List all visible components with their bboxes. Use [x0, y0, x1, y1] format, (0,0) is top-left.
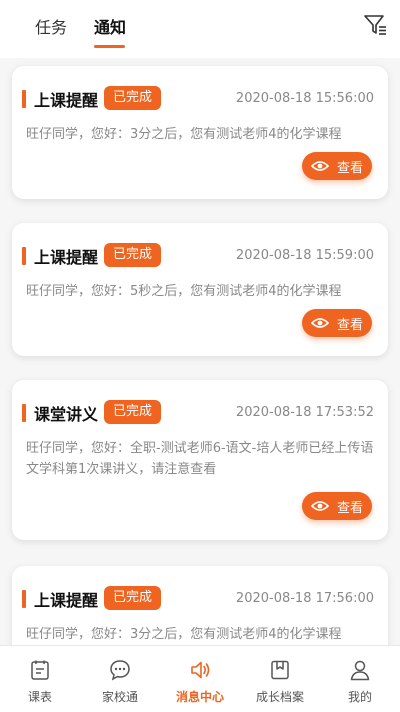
nav-item-schedule[interactable]: 课表 [0, 646, 80, 712]
notification-title: 上课提醒 [34, 248, 99, 267]
archive-icon [271, 660, 289, 680]
nav-label: 课表 [27, 690, 52, 704]
view-button[interactable]: 查看 [302, 152, 372, 180]
user-icon [350, 660, 370, 681]
nav-item-profile[interactable]: 我的 [320, 646, 400, 712]
view-button[interactable]: 查看 [302, 492, 372, 520]
chat-icon [110, 660, 130, 681]
eye-icon [310, 501, 329, 511]
view-button[interactable]: 查看 [302, 309, 372, 337]
notification-title: 上课提醒 [34, 591, 99, 610]
view-button-label: 查看 [336, 317, 363, 333]
notification-card: 上课提醒 已完成 2020-08-18 15:59:00 旺仔同学，您好：5秒之… [12, 223, 388, 356]
nav-label: 成长档案 [255, 690, 304, 704]
tab-notifications[interactable]: 通知 [94, 14, 126, 38]
bottom-nav: 课表 家校通 消息中心 成长档案 我的 [0, 645, 400, 712]
status-badge: 已完成 [104, 86, 162, 110]
notification-time: 2020-08-18 15:59:00 [235, 248, 374, 263]
notification-time: 2020-08-18 15:56:00 [235, 91, 374, 106]
notification-list[interactable]: 上课提醒 已完成 2020-08-18 15:56:00 旺仔同学，您好：3分之… [0, 58, 400, 645]
title-accent-bar [22, 590, 26, 608]
status-badge: 已完成 [104, 586, 162, 610]
top-tab-bar: 任务 通知 [0, 0, 400, 58]
title-accent-bar [22, 404, 26, 422]
status-badge: 已完成 [104, 400, 162, 424]
notification-time: 2020-08-18 17:56:00 [235, 591, 374, 606]
notification-message: 旺仔同学，您好：全职-测试老师6-语文-培人老师已经上传语文学科第1次课讲义，请… [26, 441, 374, 477]
eye-icon [310, 318, 329, 328]
title-accent-bar [22, 90, 26, 108]
tab-tasks[interactable]: 任务 [35, 14, 67, 38]
notification-card: 上课提醒 已完成 2020-08-18 17:56:00 旺仔同学，您好：3分之… [12, 566, 388, 645]
nav-label: 消息中心 [175, 690, 224, 704]
eye-icon [310, 161, 329, 171]
filter-icon[interactable] [362, 12, 388, 38]
notification-message: 旺仔同学，您好：3分之后，您有测试老师4的化学课程 [26, 627, 342, 642]
notification-title: 课堂讲义 [34, 405, 99, 424]
nav-item-home-school[interactable]: 家校通 [80, 646, 160, 712]
status-badge: 已完成 [104, 243, 162, 267]
calendar-icon [31, 660, 49, 680]
title-accent-bar [22, 247, 26, 265]
nav-label: 家校通 [101, 690, 138, 704]
nav-label: 我的 [347, 690, 372, 704]
notification-message: 旺仔同学，您好：3分之后，您有测试老师4的化学课程 [26, 127, 342, 142]
notification-time: 2020-08-18 17:53:52 [235, 405, 374, 420]
nav-item-growth-archive[interactable]: 成长档案 [240, 646, 320, 712]
view-button-label: 查看 [336, 160, 363, 176]
speaker-icon [191, 661, 210, 679]
active-tab-indicator [94, 45, 125, 48]
notification-card: 课堂讲义 已完成 2020-08-18 17:53:52 旺仔同学，您好：全职-… [12, 380, 388, 540]
nav-item-message-center[interactable]: 消息中心 [160, 646, 240, 712]
notification-title: 上课提醒 [34, 91, 99, 110]
notification-message: 旺仔同学，您好：5秒之后，您有测试老师4的化学课程 [26, 284, 342, 299]
notification-card: 上课提醒 已完成 2020-08-18 15:56:00 旺仔同学，您好：3分之… [12, 66, 388, 199]
view-button-label: 查看 [336, 500, 363, 516]
